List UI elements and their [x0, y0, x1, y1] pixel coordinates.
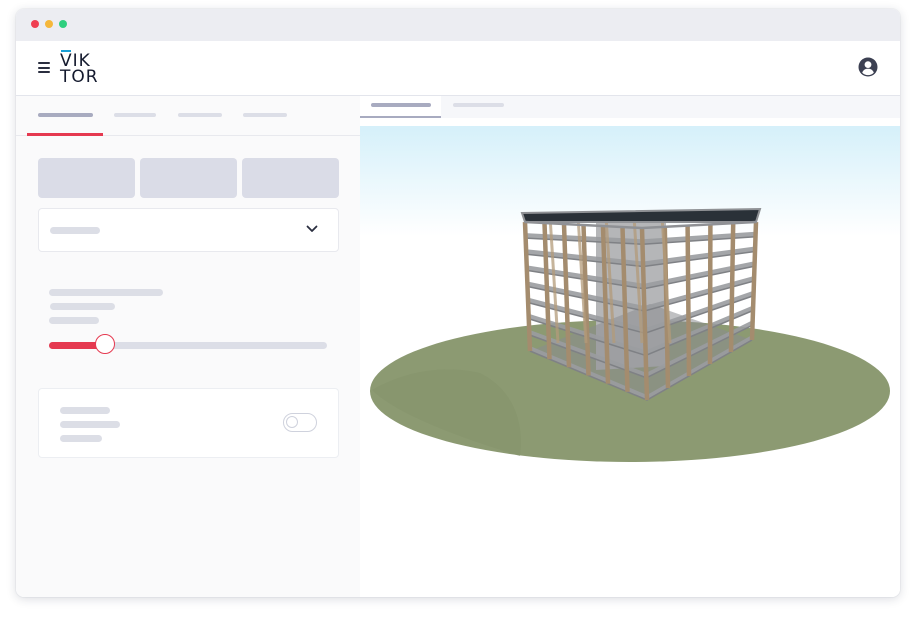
- view-tab-1[interactable]: [360, 96, 441, 118]
- minimize-window-button[interactable]: [45, 20, 53, 28]
- sidebar-tab-1[interactable]: [38, 113, 93, 117]
- sidebar-tab-2[interactable]: [114, 113, 156, 117]
- view-tab-1-label: [371, 103, 431, 107]
- sidebar-tab-3[interactable]: [178, 113, 222, 117]
- 3d-viewer[interactable]: [360, 118, 900, 597]
- viewer-top-band: [360, 118, 900, 126]
- toggle-card: [38, 388, 339, 458]
- sidebar-tab-bar: [16, 96, 360, 136]
- select-field[interactable]: [38, 208, 339, 252]
- field-description-placeholder: [49, 317, 99, 324]
- parametrization-sidebar: [16, 96, 361, 597]
- logo-line-2: TOR: [60, 67, 99, 87]
- field-label-placeholder: [49, 289, 163, 296]
- active-tab-indicator: [27, 133, 103, 136]
- timber-column: [728, 223, 736, 353]
- slider-track[interactable]: [49, 342, 327, 349]
- toggle-label-placeholder: [60, 407, 110, 414]
- field-description-placeholder: [50, 303, 115, 310]
- close-window-button[interactable]: [31, 20, 39, 28]
- toggle-switch[interactable]: [283, 413, 317, 432]
- sidebar-tab-4[interactable]: [243, 113, 287, 117]
- option-button-3[interactable]: [242, 158, 339, 198]
- slider-handle[interactable]: [94, 334, 115, 354]
- toggle-knob: [286, 416, 298, 428]
- hamburger-icon[interactable]: [38, 62, 50, 73]
- app-window: VIK TOR: [16, 9, 900, 597]
- toggle-description-placeholder: [60, 421, 120, 428]
- timber-column: [749, 221, 759, 341]
- timber-column: [685, 225, 692, 377]
- user-circle-icon[interactable]: [858, 57, 878, 77]
- view-tab-2[interactable]: [453, 103, 504, 107]
- viktor-logo: VIK TOR: [60, 50, 108, 88]
- window-titlebar: [16, 9, 900, 41]
- view-tab-bar: [360, 96, 900, 118]
- 3d-building-model[interactable]: [360, 118, 900, 597]
- chevron-down-icon: [306, 225, 318, 232]
- app-header: VIK TOR: [16, 41, 900, 96]
- option-button-2[interactable]: [140, 158, 237, 198]
- maximize-window-button[interactable]: [59, 20, 67, 28]
- option-button-1[interactable]: [38, 158, 135, 198]
- select-value-placeholder: [50, 227, 100, 234]
- toggle-description-placeholder: [60, 435, 102, 442]
